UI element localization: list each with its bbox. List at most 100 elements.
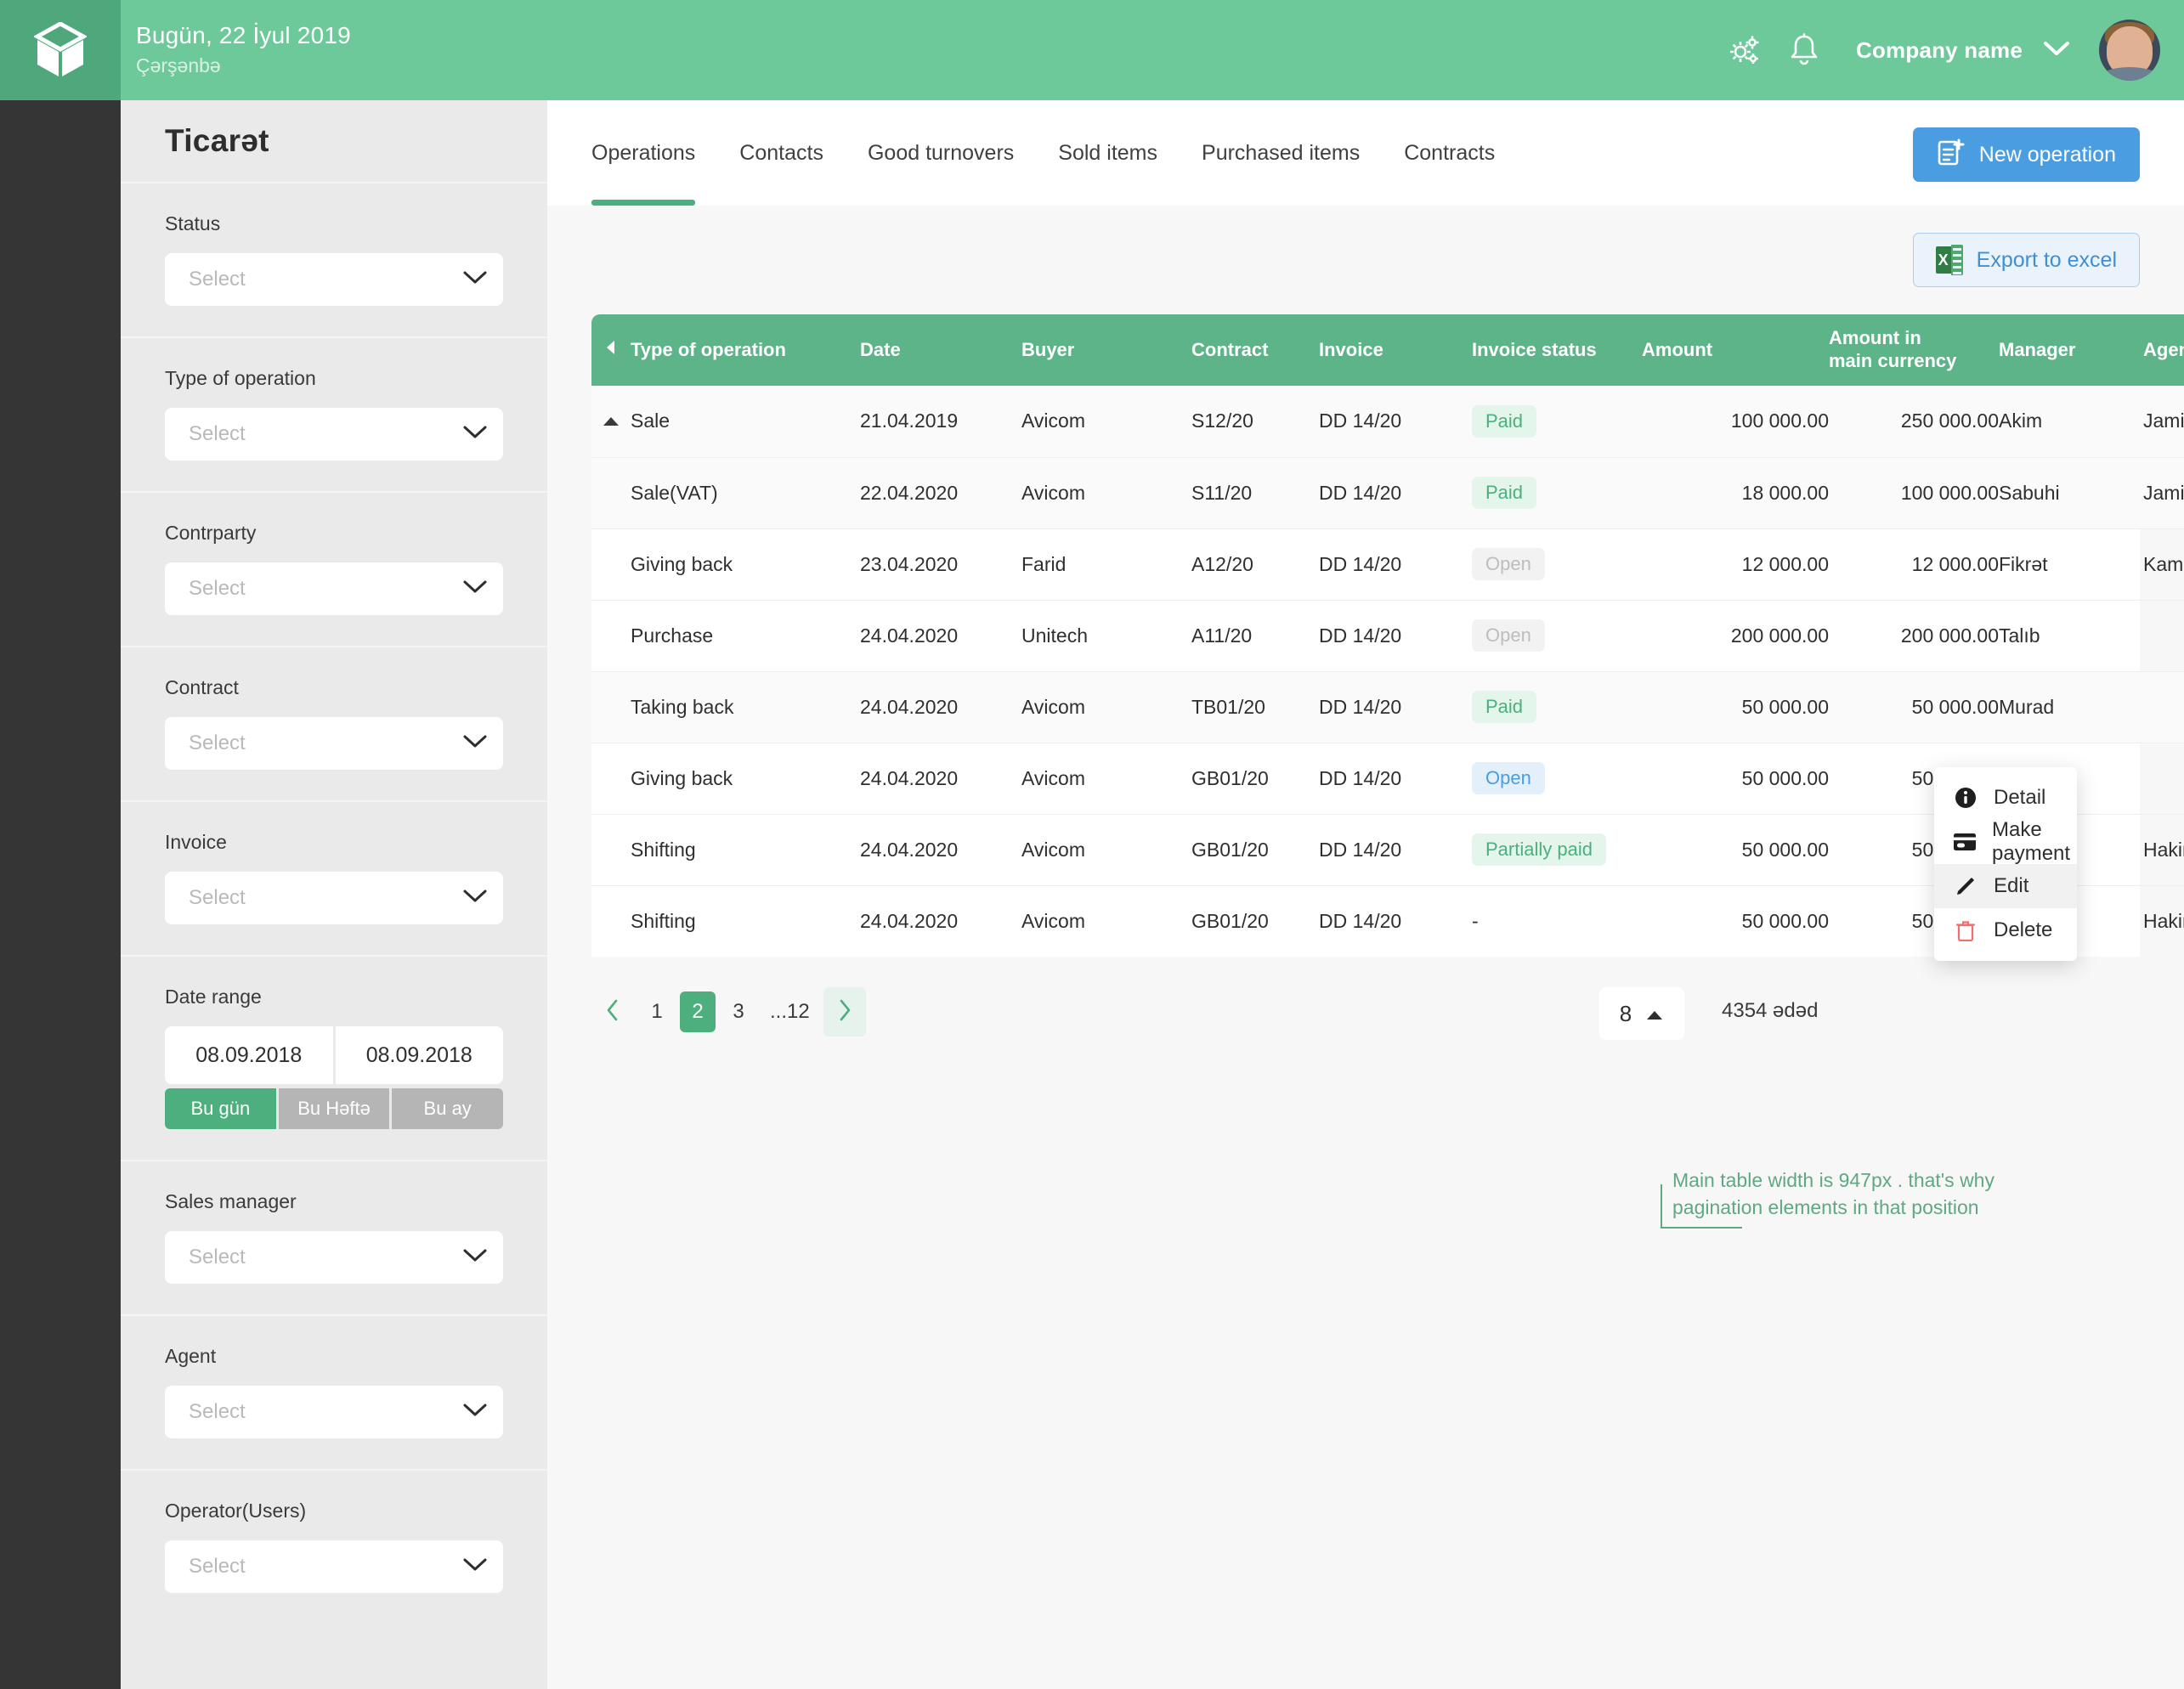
- tab-contacts[interactable]: Contacts: [717, 100, 846, 206]
- scroll-left-button[interactable]: [591, 314, 631, 386]
- cell-contract: TB01/20: [1191, 670, 1319, 743]
- cell-invoice: DD 14/20: [1319, 386, 1472, 457]
- invoice-status-badge: Open: [1472, 548, 1545, 580]
- pagination-page-2[interactable]: 2: [680, 991, 716, 1032]
- table-row[interactable]: Taking back 24.04.2020 Avicom TB01/20 DD 14/…: [591, 670, 2184, 743]
- col-header-amount[interactable]: Amount: [1642, 314, 1829, 386]
- cell-invoice: DD 14/20: [1319, 742, 1472, 814]
- col-header-buyer[interactable]: Buyer: [1021, 314, 1191, 386]
- invoice-status-badge: Paid: [1472, 477, 1537, 509]
- date-from-input[interactable]: 08.09.2018: [165, 1026, 333, 1084]
- filter-placeholder-type-of-operation: Select: [189, 422, 246, 445]
- export-bar: X Export to excel: [547, 206, 2184, 314]
- invoice-status-badge: Paid: [1472, 404, 1537, 438]
- company-name[interactable]: Company name: [1856, 37, 2023, 64]
- cell-invoice-status: Open: [1472, 742, 1642, 814]
- filter-select-type-of-operation[interactable]: Select: [165, 408, 503, 460]
- chevron-down-icon: [462, 734, 488, 754]
- table-row[interactable]: Purchase 24.04.2020 Unitech A11/20 DD 14/20 O…: [591, 599, 2184, 671]
- date-quick-this-week[interactable]: Bu Həftə: [278, 1088, 390, 1129]
- filter-label-date-range: Date range: [165, 986, 262, 1008]
- export-to-excel-button[interactable]: X Export to excel: [1912, 233, 2140, 287]
- col-header-agent[interactable]: Agent: [2143, 314, 2184, 386]
- tab-purchased-items[interactable]: Purchased items: [1180, 100, 1382, 206]
- context-menu-item-delete[interactable]: Delete: [1934, 908, 2077, 952]
- bell-icon: [1788, 33, 1820, 67]
- filter-select-operator-users[interactable]: Select: [165, 1540, 503, 1593]
- new-operation-button[interactable]: New operation: [1912, 127, 2140, 182]
- context-menu-item-make-payment[interactable]: Make payment: [1934, 818, 2077, 865]
- pagination-prev-button[interactable]: [591, 987, 634, 1037]
- filter-select-agent[interactable]: Select: [165, 1386, 503, 1438]
- filter-select-contract[interactable]: Select: [165, 717, 503, 770]
- cell-invoice-status: Paid: [1472, 456, 1642, 528]
- pencil-icon: [1953, 875, 1978, 897]
- cell-amount: 50 000.00: [1642, 884, 1829, 957]
- filter-label-type-of-operation: Type of operation: [165, 367, 316, 389]
- date-to-input[interactable]: 08.09.2018: [335, 1026, 503, 1084]
- col-header-invoice[interactable]: Invoice: [1319, 314, 1472, 386]
- avatar[interactable]: [2099, 20, 2160, 81]
- col-header-amount-mc-line2: main currency: [1829, 350, 1957, 371]
- filter-group-date-range: Date range 08.09.2018 08.09.2018 Bu gün …: [121, 955, 547, 1160]
- table-head: Type of operation Date Buyer Contract In…: [591, 314, 2184, 386]
- tab-contracts[interactable]: Contracts: [1382, 100, 1517, 206]
- per-page-selector[interactable]: 8: [1599, 987, 1684, 1040]
- chevron-left-icon: [604, 998, 621, 1026]
- filter-label-contract: Contract: [165, 676, 239, 698]
- tab-label-contracts: Contracts: [1404, 140, 1496, 165]
- col-header-date[interactable]: Date: [860, 314, 1021, 386]
- notifications-button[interactable]: [1778, 24, 1830, 76]
- context-menu-item-detail[interactable]: Detail: [1934, 776, 2077, 820]
- table-row[interactable]: Giving back 23.04.2020 Farid A12/20 DD 14/20…: [591, 528, 2184, 600]
- col-header-invoice-status[interactable]: Invoice status: [1472, 314, 1642, 386]
- row-sort-indicator[interactable]: [591, 386, 631, 457]
- chevron-down-icon: [462, 270, 488, 290]
- cell-contract: GB01/20: [1191, 884, 1319, 957]
- cell-invoice: DD 14/20: [1319, 813, 1472, 885]
- app-logo[interactable]: [0, 0, 121, 100]
- col-header-contract[interactable]: Contract: [1191, 314, 1319, 386]
- filter-placeholder-operator-users: Select: [189, 1555, 246, 1578]
- filter-select-invoice[interactable]: Select: [165, 872, 503, 924]
- cell-agent: [2143, 742, 2184, 814]
- company-dropdown-button[interactable]: [2043, 40, 2070, 61]
- filter-select-contrparty[interactable]: Select: [165, 562, 503, 615]
- date-quick-today[interactable]: Bu gün: [165, 1088, 276, 1129]
- cell-buyer: Avicom: [1021, 456, 1191, 528]
- filter-select-status[interactable]: Select: [165, 253, 503, 306]
- invoice-status-badge: Partially paid: [1472, 833, 1606, 866]
- settings-button[interactable]: [1718, 24, 1771, 76]
- filter-select-sales-manager[interactable]: Select: [165, 1231, 503, 1284]
- col-header-type-of-operation[interactable]: Type of operation: [631, 314, 860, 386]
- col-header-manager[interactable]: Manager: [1999, 314, 2143, 386]
- filter-placeholder-invoice: Select: [189, 886, 246, 909]
- main-content: Operations Contacts Good turnovers Sold …: [547, 100, 2184, 1689]
- cube-logo-icon: [34, 22, 87, 78]
- cell-date: 24.04.2020: [860, 670, 1021, 743]
- table-row[interactable]: Sale 21.04.2019 Avicom S12/20 DD 14/20 Paid 10…: [591, 386, 2184, 457]
- cell-amount-main-currency: 200 000.00: [1829, 599, 1999, 671]
- date-quick-this-month[interactable]: Bu ay: [392, 1088, 504, 1129]
- tab-sold-items[interactable]: Sold items: [1036, 100, 1180, 206]
- tab-good-turnovers[interactable]: Good turnovers: [846, 100, 1036, 206]
- cell-buyer: Avicom: [1021, 742, 1191, 814]
- filter-placeholder-contract: Select: [189, 732, 246, 754]
- table-row[interactable]: Sale(VAT) 22.04.2020 Avicom S11/20 DD 14/20 P…: [591, 456, 2184, 528]
- cell-buyer: Farid: [1021, 528, 1191, 600]
- chevron-down-icon: [462, 889, 488, 908]
- pagination-ellipsis[interactable]: ...12: [761, 1000, 818, 1024]
- col-header-amount-main-currency[interactable]: Amount in main currency: [1829, 314, 1999, 386]
- tab-label-sold-items: Sold items: [1058, 140, 1158, 165]
- filter-group-status: Status Select: [121, 182, 547, 336]
- caret-up-icon: [1645, 1001, 1664, 1027]
- pagination-page-1[interactable]: 1: [639, 991, 675, 1032]
- cell-amount-main-currency: 100 000.00: [1829, 456, 1999, 528]
- tab-operations[interactable]: Operations: [591, 100, 717, 206]
- pagination-page-3[interactable]: 3: [721, 991, 756, 1032]
- credit-card-icon: [1953, 833, 1977, 851]
- cell-invoice: DD 14/20: [1319, 528, 1472, 600]
- pagination-next-button[interactable]: [823, 987, 866, 1037]
- context-menu-item-edit[interactable]: Edit: [1934, 864, 2077, 908]
- chevron-down-icon: [462, 1403, 488, 1422]
